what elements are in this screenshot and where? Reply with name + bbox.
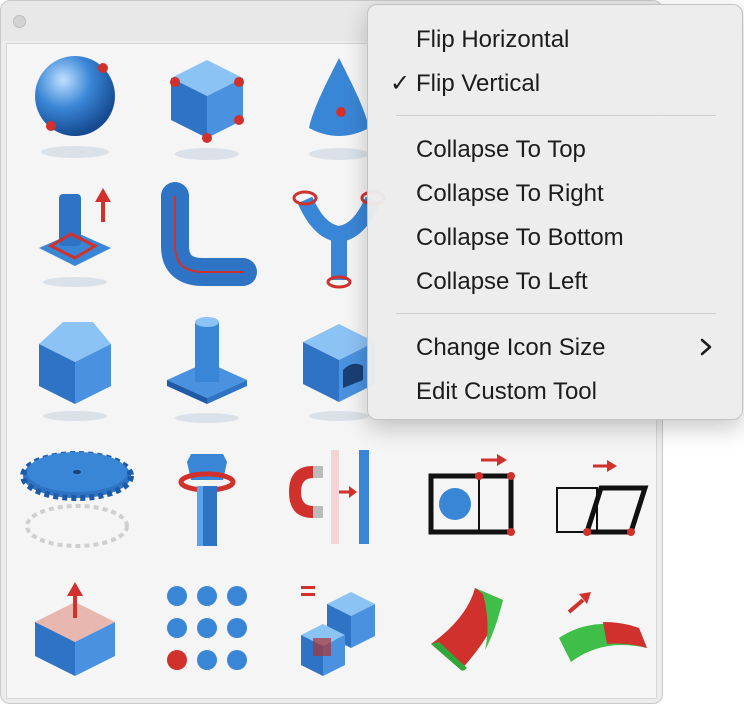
- menu-item-collapse-right[interactable]: Collapse To Right: [416, 179, 604, 209]
- menu-item-edit-custom-tool[interactable]: Edit Custom Tool: [416, 377, 597, 407]
- checkmark-icon: ✓: [390, 70, 411, 97]
- surface-arrow-icon: [559, 592, 647, 662]
- push-face-icon: [35, 582, 115, 676]
- tool-button[interactable]: [543, 572, 662, 700]
- tool-button[interactable]: [411, 440, 535, 568]
- context-menu: Flip Horizontal ✓ Flip Vertical Collapse…: [367, 4, 743, 420]
- menu-item-collapse-bottom[interactable]: Collapse To Bottom: [416, 223, 624, 253]
- frame-sphere-icon: [428, 454, 515, 536]
- pipe-path-icon: [161, 182, 257, 286]
- tool-button[interactable]: [543, 440, 662, 568]
- tool-button[interactable]: [15, 308, 139, 436]
- chevron-right-icon: [700, 338, 712, 356]
- curved-surface-icon: [431, 588, 503, 671]
- bolt-icon: [178, 454, 236, 546]
- tool-button[interactable]: [279, 572, 403, 700]
- chamfer-block-icon: [39, 322, 111, 421]
- tool-button[interactable]: [279, 440, 403, 568]
- menu-item-flip-vertical[interactable]: Flip Vertical: [416, 69, 540, 99]
- boolean-cubes-icon: [301, 586, 375, 676]
- tool-button[interactable]: [15, 48, 139, 176]
- boss-plate-icon: [167, 317, 247, 423]
- tool-button[interactable]: [147, 440, 271, 568]
- cube-points-icon: [170, 60, 244, 160]
- menu-item-change-icon-size[interactable]: Change Icon Size: [416, 333, 605, 363]
- menu-item-collapse-top[interactable]: Collapse To Top: [416, 135, 586, 165]
- tool-button[interactable]: [15, 440, 139, 568]
- tool-button[interactable]: [411, 572, 535, 700]
- skew-frame-icon: [556, 460, 649, 536]
- tool-button[interactable]: [15, 572, 139, 700]
- sphere-points-icon: [35, 56, 115, 158]
- menu-separator: [396, 115, 716, 116]
- menu-item-flip-horizontal[interactable]: Flip Horizontal: [416, 25, 569, 55]
- magnet-align-icon: [289, 450, 369, 544]
- tool-button[interactable]: [147, 176, 271, 304]
- gear-icon: [20, 451, 134, 548]
- extrude-arrow-icon: [39, 188, 111, 287]
- menu-separator: [396, 313, 716, 314]
- tool-button[interactable]: [147, 572, 271, 700]
- tool-button[interactable]: [147, 308, 271, 436]
- tool-button[interactable]: [147, 48, 271, 176]
- menu-item-collapse-left[interactable]: Collapse To Left: [416, 267, 588, 297]
- close-button[interactable]: [13, 15, 26, 28]
- sphere-array-icon: [167, 586, 247, 670]
- tool-button[interactable]: [15, 176, 139, 304]
